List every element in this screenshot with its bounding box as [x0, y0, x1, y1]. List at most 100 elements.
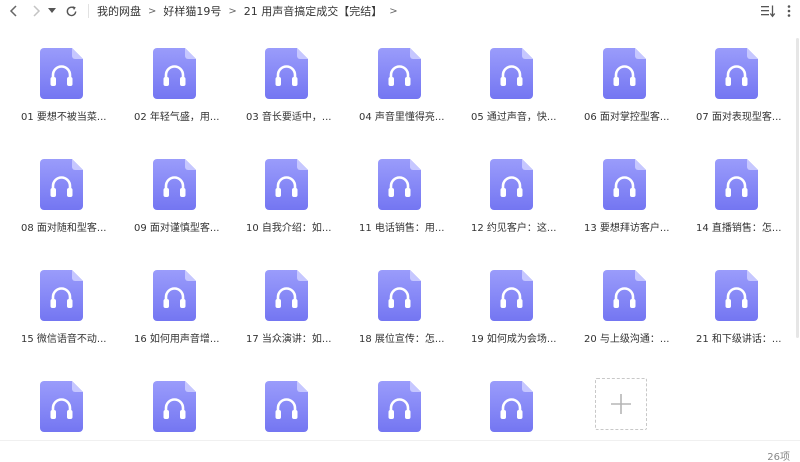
breadcrumb-chevron-icon[interactable]: >: [389, 6, 397, 17]
breadcrumb-item-current[interactable]: 21 用声音搞定成交【完结】: [244, 3, 383, 19]
file-item[interactable]: 20 与上级沟通：...: [580, 252, 690, 352]
headphones-icon: [490, 270, 533, 321]
audio-file-icon: [490, 48, 533, 99]
file-item[interactable]: 05 通过声音，快...: [467, 30, 577, 130]
file-item[interactable]: 11 电话销售：用...: [355, 141, 465, 241]
file-name: 03 音长要适中，...: [246, 112, 332, 123]
audio-file-icon: [265, 381, 308, 432]
file-name: 11 电话销售：用...: [359, 223, 445, 234]
file-item[interactable]: 【加餐】发声技...: [130, 363, 240, 440]
file-item[interactable]: 17 当众演讲：如...: [242, 252, 352, 352]
file-name: 07 面对表现型客...: [696, 112, 782, 123]
headphones-icon: [40, 159, 83, 210]
forward-button[interactable]: [27, 2, 45, 20]
headphones-icon: [378, 270, 421, 321]
file-item[interactable]: 09 面对谨慎型客...: [130, 141, 240, 241]
headphones-icon: [715, 159, 758, 210]
scrollbar-thumb[interactable]: [796, 38, 799, 338]
sort-button[interactable]: [760, 3, 776, 19]
file-item[interactable]: 01 要想不被当菜...: [17, 30, 127, 130]
more-button[interactable]: [783, 3, 795, 19]
file-item[interactable]: 19 如何成为会场...: [467, 252, 577, 352]
breadcrumb-item[interactable]: 好样猫19号: [163, 3, 221, 19]
headphones-icon: [40, 48, 83, 99]
file-item[interactable]: 03 音长要适中，...: [242, 30, 352, 130]
file-name: 13 要想拜访客户...: [584, 223, 670, 234]
audio-file-icon: [603, 159, 646, 210]
file-item[interactable]: 10 自我介绍：如...: [242, 141, 352, 241]
file-item[interactable]: 22 与伙伴单位沟...: [17, 363, 127, 440]
audio-file-icon: [40, 381, 83, 432]
headphones-icon: [378, 381, 421, 432]
breadcrumb: 我的网盘 > 好样猫19号 > 21 用声音搞定成交【完结】 >: [97, 3, 405, 19]
headphones-icon: [378, 159, 421, 210]
file-item[interactable]: 【加餐】做人感...: [355, 363, 465, 440]
breadcrumb-item[interactable]: 我的网盘: [97, 3, 141, 19]
sort-icon: [761, 5, 776, 18]
file-name: 18 展位宣传：怎...: [359, 334, 445, 345]
headphones-icon: [715, 270, 758, 321]
audio-file-icon: [265, 159, 308, 210]
breadcrumb-chevron-icon: >: [228, 5, 237, 17]
file-name: 08 面对随和型客...: [21, 223, 107, 234]
file-name: 14 直播销售：怎...: [696, 223, 782, 234]
file-item[interactable]: 02 年轻气盛，用...: [130, 30, 240, 130]
file-item[interactable]: 16 如何用声音增...: [130, 252, 240, 352]
toolbar: 我的网盘 > 好样猫19号 > 21 用声音搞定成交【完结】 >: [0, 0, 800, 22]
audio-file-icon: [715, 48, 758, 99]
file-item[interactable]: 07 面对表现型客...: [692, 30, 793, 130]
chevron-left-icon: [9, 5, 17, 17]
file-name: 19 如何成为会场...: [471, 334, 557, 345]
audio-file-icon: [153, 381, 196, 432]
headphones-icon: [265, 381, 308, 432]
refresh-button[interactable]: [62, 2, 80, 20]
audio-file-icon: [153, 270, 196, 321]
file-item[interactable]: 21 和下级讲话：...: [692, 252, 793, 352]
headphones-icon: [603, 159, 646, 210]
file-item[interactable]: 06 面对掌控型客...: [580, 30, 690, 130]
file-name: 05 通过声音，快...: [471, 112, 557, 123]
headphones-icon: [265, 159, 308, 210]
audio-file-icon: [378, 48, 421, 99]
item-count: 26项: [767, 452, 790, 462]
file-item[interactable]: 【发刊词】你的...: [467, 363, 577, 440]
file-name: 04 声音里懂得亮...: [359, 112, 445, 123]
audio-file-icon: [378, 381, 421, 432]
breadcrumb-chevron-icon: >: [148, 5, 157, 17]
headphones-icon: [490, 381, 533, 432]
headphones-icon: [40, 270, 83, 321]
file-item[interactable]: 14 直播销售：怎...: [692, 141, 793, 241]
refresh-icon: [66, 5, 76, 16]
file-item[interactable]: 15 微信语音不动...: [17, 252, 127, 352]
upload-file-tile[interactable]: 上传文件: [582, 363, 692, 440]
file-name: 15 微信语音不动...: [21, 334, 107, 345]
file-name: 02 年轻气盛，用...: [134, 112, 220, 123]
headphones-icon: [265, 270, 308, 321]
file-name: 06 面对掌控型客...: [584, 112, 670, 123]
file-name: 17 当众演讲：如...: [246, 334, 332, 345]
audio-file-icon: [490, 381, 533, 432]
headphones-icon: [265, 48, 308, 99]
audio-file-icon: [715, 270, 758, 321]
file-name: 12 约见客户：这...: [471, 223, 557, 234]
file-item[interactable]: 18 展位宣传：怎...: [355, 252, 465, 352]
file-item[interactable]: 12 约见客户：这...: [467, 141, 577, 241]
caret-down-icon: [48, 8, 56, 13]
audio-file-icon: [40, 270, 83, 321]
file-grid: 01 要想不被当菜... 02 年轻气盛，用... 03 音长要适中，... 0…: [17, 30, 793, 440]
audio-file-icon: [603, 48, 646, 99]
file-name: 16 如何用声音增...: [134, 334, 220, 345]
audio-file-icon: [40, 159, 83, 210]
file-item[interactable]: 【加餐】只音太...: [242, 363, 352, 440]
file-name: 21 和下级讲话：...: [696, 334, 782, 345]
audio-file-icon: [490, 270, 533, 321]
toolbar-divider: [88, 4, 89, 18]
headphones-icon: [603, 48, 646, 99]
upload-button[interactable]: [595, 378, 647, 430]
audio-file-icon: [153, 159, 196, 210]
file-item[interactable]: 08 面对随和型客...: [17, 141, 127, 241]
file-item[interactable]: 13 要想拜访客户...: [580, 141, 690, 241]
back-button[interactable]: [5, 2, 23, 20]
history-dropdown[interactable]: [46, 2, 58, 20]
file-item[interactable]: 04 声音里懂得亮...: [355, 30, 465, 130]
